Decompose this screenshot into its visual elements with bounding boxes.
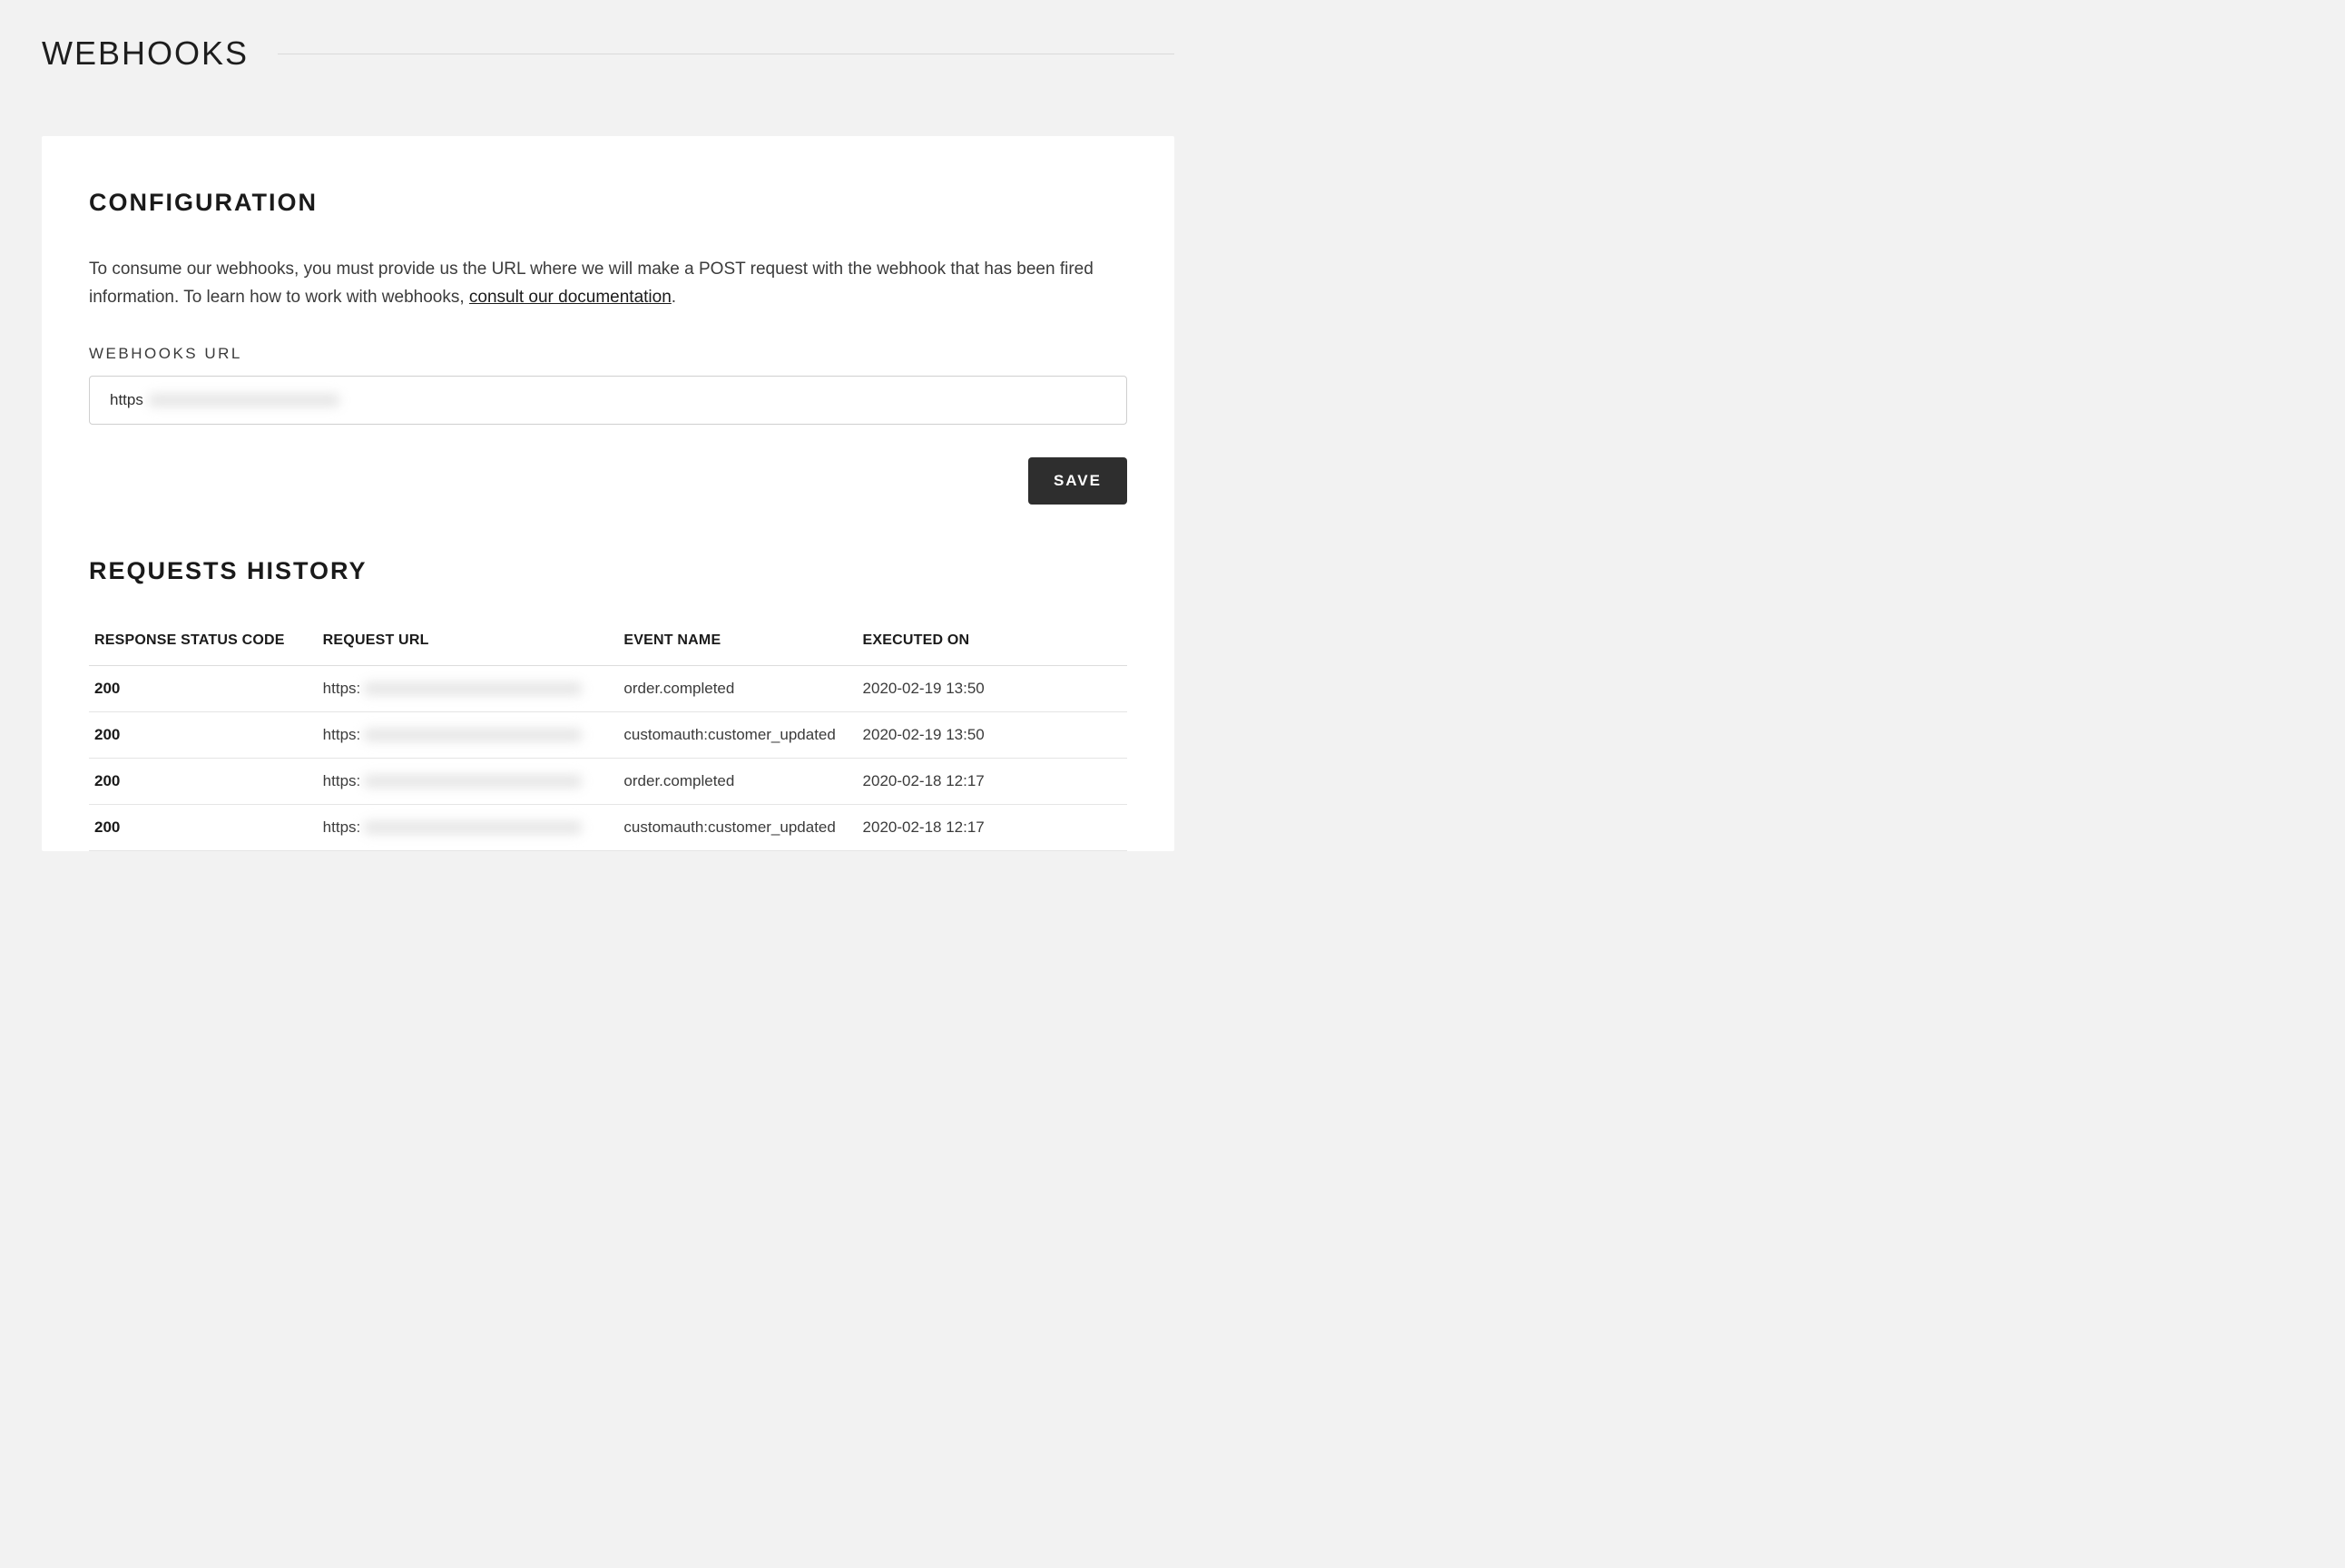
- history-url-prefix: https:: [323, 726, 361, 744]
- history-status: 200: [89, 758, 318, 804]
- configuration-description-post: .: [672, 288, 676, 307]
- history-url: https:: [318, 711, 619, 758]
- requests-history-title: REQUESTS HISTORY: [89, 557, 1127, 585]
- history-url: https:: [318, 758, 619, 804]
- history-url-redacted: [364, 682, 582, 695]
- configuration-title: CONFIGURATION: [89, 189, 1127, 217]
- history-event: customauth:customer_updated: [618, 804, 857, 850]
- col-header-status: RESPONSE STATUS CODE: [89, 620, 318, 666]
- webhooks-url-redacted: [149, 394, 339, 407]
- history-row: 200 https: customauth:customer_updated 2…: [89, 804, 1127, 850]
- history-event: order.completed: [618, 665, 857, 711]
- webhooks-card: CONFIGURATION To consume our webhooks, y…: [42, 136, 1174, 851]
- history-status: 200: [89, 804, 318, 850]
- history-event: customauth:customer_updated: [618, 711, 857, 758]
- webhooks-url-label: WEBHOOKS URL: [89, 345, 1127, 363]
- history-executed: 2020-02-18 12:17: [858, 758, 1127, 804]
- history-url: https:: [318, 804, 619, 850]
- history-url-prefix: https:: [323, 818, 361, 837]
- webhooks-url-prefix: https: [110, 391, 143, 409]
- history-row: 200 https: order.completed 2020-02-19 13…: [89, 665, 1127, 711]
- history-url-redacted: [364, 729, 582, 741]
- col-header-executed: EXECUTED ON: [858, 620, 1127, 666]
- history-url-prefix: https:: [323, 680, 361, 698]
- save-button[interactable]: SAVE: [1028, 457, 1127, 505]
- history-row: 200 https: order.completed 2020-02-18 12…: [89, 758, 1127, 804]
- history-executed: 2020-02-19 13:50: [858, 711, 1127, 758]
- history-row: 200 https: customauth:customer_updated 2…: [89, 711, 1127, 758]
- history-url-redacted: [364, 775, 582, 788]
- page-title: WEBHOOKS: [42, 34, 249, 73]
- configuration-description: To consume our webhooks, you must provid…: [89, 255, 1127, 312]
- history-executed: 2020-02-18 12:17: [858, 804, 1127, 850]
- history-event: order.completed: [618, 758, 857, 804]
- history-url: https:: [318, 665, 619, 711]
- page-header: WEBHOOKS: [42, 34, 1174, 73]
- history-status: 200: [89, 665, 318, 711]
- webhooks-url-input[interactable]: https: [89, 376, 1127, 425]
- documentation-link[interactable]: consult our documentation: [469, 288, 672, 307]
- history-url-prefix: https:: [323, 772, 361, 790]
- history-url-redacted: [364, 821, 582, 834]
- history-status: 200: [89, 711, 318, 758]
- requests-history-table: RESPONSE STATUS CODE REQUEST URL EVENT N…: [89, 620, 1127, 851]
- history-executed: 2020-02-19 13:50: [858, 665, 1127, 711]
- col-header-url: REQUEST URL: [318, 620, 619, 666]
- col-header-event: EVENT NAME: [618, 620, 857, 666]
